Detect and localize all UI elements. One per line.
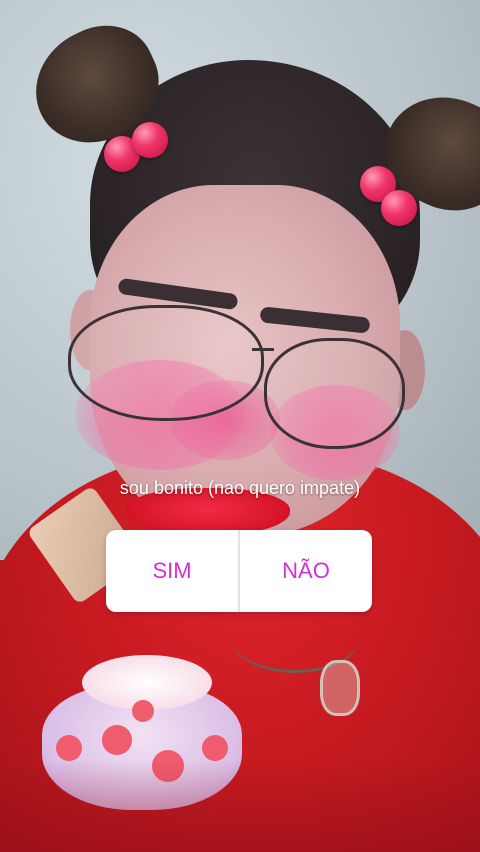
poll-option-yes-button[interactable]: SIM: [106, 530, 238, 612]
red-drip-overlay: [0, 760, 480, 852]
sticker-dot: [102, 725, 132, 755]
poll-question: sou bonito (nao quero impate): [119, 478, 361, 498]
pink-bead-icon: [132, 122, 168, 158]
poll-sticker: SIM NÃO: [106, 530, 372, 612]
glasses-bridge: [252, 348, 274, 351]
glasses-left-lens: [68, 305, 264, 421]
sticker-dot: [56, 735, 82, 761]
sticker-dot: [202, 735, 228, 761]
sticker-dot: [132, 700, 154, 722]
poll-option-no-button[interactable]: NÃO: [240, 530, 372, 612]
necklace-pendant: [320, 660, 360, 716]
pink-bead-icon: [381, 190, 417, 226]
selfie-photo: [0, 0, 480, 852]
glasses-right-lens: [264, 338, 405, 449]
